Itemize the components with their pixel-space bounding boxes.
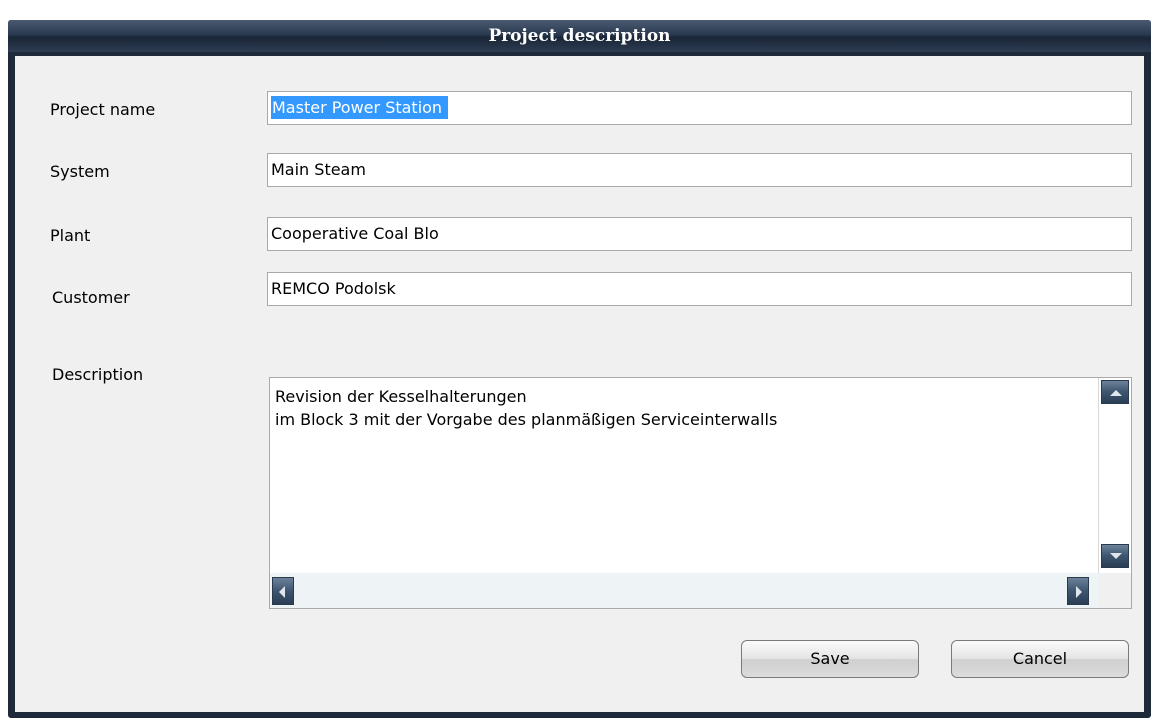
scroll-up-button[interactable] xyxy=(1101,380,1129,404)
customer-value: REMCO Podolsk xyxy=(271,279,396,298)
project-name-value: Master Power Station xyxy=(271,96,449,119)
cancel-button[interactable]: Cancel xyxy=(951,640,1129,678)
description-text: Revision der Kesselhalterungen im Block … xyxy=(275,385,777,431)
scroll-left-button[interactable] xyxy=(272,577,294,605)
plant-field[interactable]: Cooperative Coal Blo xyxy=(267,217,1132,251)
vertical-scrollbar[interactable] xyxy=(1098,378,1131,573)
system-value: Main Steam xyxy=(271,160,366,179)
plant-value: Cooperative Coal Blo xyxy=(271,224,439,243)
system-label: System xyxy=(50,162,110,181)
save-button[interactable]: Save xyxy=(741,640,919,678)
description-label: Description xyxy=(52,365,144,384)
scrollbar-corner xyxy=(1099,573,1131,608)
dialog-client-area: Project name Master Power Station System… xyxy=(15,56,1144,712)
dialog-title-bar[interactable]: Project description xyxy=(8,20,1151,52)
dialog-title: Project description xyxy=(488,26,671,46)
scroll-right-arrow-icon xyxy=(1076,586,1082,598)
horizontal-scrollbar[interactable] xyxy=(270,573,1099,608)
scroll-down-button[interactable] xyxy=(1101,544,1129,568)
system-field[interactable]: Main Steam xyxy=(267,153,1132,187)
customer-label: Customer xyxy=(52,288,130,307)
scroll-up-arrow-icon xyxy=(1110,390,1122,396)
scroll-left-arrow-icon xyxy=(279,586,285,598)
description-line: im Block 3 mit der Vorgabe des planmäßig… xyxy=(275,410,778,429)
plant-label: Plant xyxy=(50,226,91,245)
customer-field[interactable]: REMCO Podolsk xyxy=(267,272,1132,306)
scroll-right-button[interactable] xyxy=(1067,577,1089,605)
project-name-label: Project name xyxy=(50,100,156,119)
project-name-field[interactable]: Master Power Station xyxy=(267,91,1132,125)
project-description-dialog: Project description Project name Master … xyxy=(8,20,1151,718)
description-line: Revision der Kesselhalterungen xyxy=(275,387,527,406)
scroll-down-arrow-icon xyxy=(1110,553,1122,559)
description-memo[interactable]: Revision der Kesselhalterungen im Block … xyxy=(269,377,1132,609)
